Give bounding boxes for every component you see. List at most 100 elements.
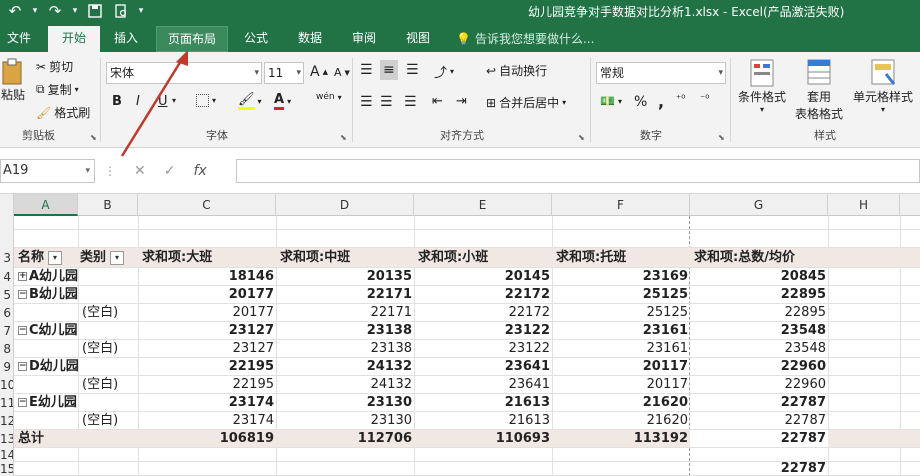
- pivot-blank-label[interactable]: (空白): [82, 304, 142, 321]
- pivot-cell[interactable]: 23641: [414, 376, 552, 393]
- grow-font-button[interactable]: A ▲: [310, 64, 328, 80]
- pivot-cell[interactable]: 20135: [276, 268, 414, 285]
- pivot-cell[interactable]: 22960: [690, 376, 828, 393]
- fill-color-button[interactable]: 🖌 ▾: [238, 92, 262, 110]
- pivot-cell[interactable]: 21613: [414, 394, 552, 411]
- pivot-cell[interactable]: 23161: [552, 322, 690, 339]
- align-center-button[interactable]: ☰: [380, 94, 393, 110]
- alignment-launcher-icon[interactable]: ⬊: [578, 133, 585, 142]
- pivot-row-label[interactable]: − D幼儿园: [18, 358, 138, 375]
- clipboard-launcher-icon[interactable]: ⬊: [90, 133, 97, 142]
- select-all-button[interactable]: [0, 194, 14, 216]
- font-launcher-icon[interactable]: ⬊: [340, 133, 347, 142]
- row-header[interactable]: [0, 216, 14, 230]
- pivot-cell[interactable]: 20117: [552, 376, 690, 393]
- enter-icon[interactable]: ✓: [164, 163, 176, 179]
- save-icon[interactable]: [84, 1, 106, 21]
- font-size-select[interactable]: 11 ▾: [264, 62, 304, 84]
- cell-styles-button[interactable]: 单元格样式 ▾: [850, 58, 916, 114]
- chevron-down-icon[interactable]: ▾: [70, 1, 80, 21]
- pivot-cell[interactable]: 23138: [276, 340, 414, 357]
- pivot-total-label[interactable]: 总计: [18, 430, 78, 447]
- pivot-row-label[interactable]: − B幼儿园: [18, 286, 138, 303]
- format-painter-button[interactable]: 🖌 格式刷: [36, 104, 90, 121]
- column-header-next[interactable]: [900, 194, 920, 216]
- pivot-row-label[interactable]: + A幼儿园: [18, 268, 138, 285]
- row-header[interactable]: 15: [0, 462, 14, 476]
- pivot-header-category[interactable]: 类别 ▾: [80, 248, 140, 267]
- tab-review[interactable]: 审阅: [344, 26, 384, 52]
- pivot-cell[interactable]: 23127: [138, 340, 276, 357]
- pivot-blank-label[interactable]: (空白): [82, 412, 142, 429]
- customize-qat-icon[interactable]: ▾: [136, 1, 146, 21]
- percent-button[interactable]: %: [634, 94, 647, 110]
- borders-button[interactable]: ▾: [196, 94, 216, 107]
- pivot-cell[interactable]: 22960: [690, 358, 828, 375]
- pivot-cell[interactable]: 24132: [276, 358, 414, 375]
- wrap-text-button[interactable]: ↩ 自动换行: [486, 62, 547, 79]
- pivot-total-cell[interactable]: 112706: [276, 430, 414, 447]
- cancel-icon[interactable]: ✕: [134, 163, 146, 179]
- pivot-cell[interactable]: 20177: [138, 304, 276, 321]
- format-as-table-button[interactable]: 套用 表格格式: [790, 58, 848, 122]
- tab-data[interactable]: 数据: [290, 26, 330, 52]
- column-header-a[interactable]: A: [14, 194, 78, 216]
- merge-center-button[interactable]: ⊞ 合并后居中 ▾: [486, 94, 566, 111]
- number-launcher-icon[interactable]: ⬊: [718, 133, 725, 142]
- chevron-down-icon[interactable]: ▾: [75, 85, 79, 94]
- row-header[interactable]: 6: [0, 304, 14, 322]
- pivot-cell[interactable]: 22895: [690, 304, 828, 321]
- row-header[interactable]: 14: [0, 448, 14, 462]
- tab-page-layout[interactable]: 页面布局: [156, 26, 228, 52]
- pivot-cell[interactable]: 20177: [138, 286, 276, 303]
- font-color-button[interactable]: A ▾: [274, 92, 291, 110]
- pivot-header-c[interactable]: 求和项:大班: [140, 248, 278, 267]
- row-header[interactable]: 9: [0, 358, 14, 376]
- pivot-header-g[interactable]: 求和项:总数/均价: [692, 248, 830, 267]
- tab-view[interactable]: 视图: [398, 26, 438, 52]
- conditional-format-button[interactable]: 条件格式 ▾: [736, 58, 788, 114]
- number-format-select[interactable]: 常规 ▾: [596, 62, 726, 84]
- pivot-cell[interactable]: 20117: [552, 358, 690, 375]
- pivot-cell[interactable]: 23161: [552, 340, 690, 357]
- align-top-button[interactable]: ☰: [360, 62, 373, 78]
- pivot-blank-label[interactable]: (空白): [82, 340, 142, 357]
- insert-function-icon[interactable]: fx: [193, 163, 206, 179]
- pivot-cell[interactable]: 23169: [552, 268, 690, 285]
- resize-handle-icon[interactable]: ⋮: [104, 164, 116, 178]
- worksheet-grid[interactable]: A B C D E F G H 3 4 5 6 7 8 9 10 11 12 1…: [0, 194, 920, 476]
- name-box[interactable]: A19 ▾: [0, 159, 95, 183]
- pivot-cell[interactable]: 18146: [138, 268, 276, 285]
- tab-file[interactable]: 文件: [0, 26, 38, 52]
- pivot-cell[interactable]: 22171: [276, 304, 414, 321]
- tab-home[interactable]: 开始: [48, 26, 100, 52]
- pivot-cell[interactable]: 25125: [552, 286, 690, 303]
- filter-dropdown-icon[interactable]: ▾: [110, 250, 125, 265]
- pivot-header-e[interactable]: 求和项:小班: [416, 248, 554, 267]
- row-header[interactable]: 4: [0, 268, 14, 286]
- pivot-total-cell[interactable]: 106819: [138, 430, 276, 447]
- pivot-cell[interactable]: 22195: [138, 376, 276, 393]
- pivot-header-d[interactable]: 求和项:中班: [278, 248, 416, 267]
- font-name-select[interactable]: 宋体 ▾: [106, 62, 262, 84]
- pivot-cell[interactable]: 20145: [414, 268, 552, 285]
- pivot-cell[interactable]: 23122: [414, 340, 552, 357]
- column-header-c[interactable]: C: [138, 194, 276, 216]
- cell[interactable]: 22787: [690, 462, 828, 475]
- collapse-icon[interactable]: −: [18, 398, 27, 407]
- phonetic-button[interactable]: wén ▾: [316, 92, 342, 102]
- pivot-cell[interactable]: 20845: [690, 268, 828, 285]
- pivot-header-name[interactable]: 名称 ▾: [18, 248, 78, 267]
- column-header-g[interactable]: G: [690, 194, 828, 216]
- column-header-d[interactable]: D: [276, 194, 414, 216]
- align-middle-button[interactable]: ≡: [380, 60, 398, 80]
- increase-indent-button[interactable]: ⇥: [456, 94, 467, 109]
- pivot-cell[interactable]: 23130: [276, 412, 414, 429]
- undo-icon[interactable]: ↶: [4, 1, 26, 21]
- column-header-e[interactable]: E: [414, 194, 552, 216]
- pivot-cell[interactable]: 23174: [138, 412, 276, 429]
- pivot-cell[interactable]: 21620: [552, 394, 690, 411]
- align-right-button[interactable]: ☰: [404, 94, 417, 110]
- collapse-icon[interactable]: −: [18, 326, 27, 335]
- pivot-row-label[interactable]: − C幼儿园: [18, 322, 138, 339]
